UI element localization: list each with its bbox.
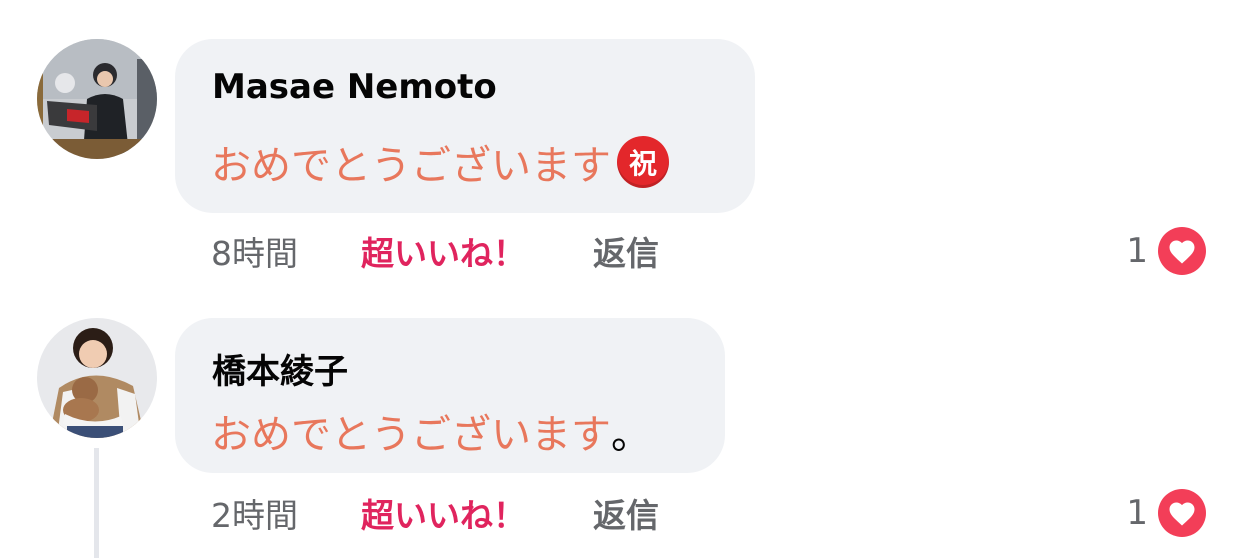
super-like-button[interactable]: 超いいね！ [361,489,593,537]
comment-timestamp[interactable]: 8時間 [211,227,361,275]
comment-actions: 8時間 超いいね！ 返信 [211,226,659,276]
comment-timestamp[interactable]: 2時間 [211,489,361,537]
reply-thread-line [94,448,99,558]
comment-bubble[interactable]: Masae Nemoto おめでとうございます 祝 [175,39,755,213]
super-like-button[interactable]: 超いいね！ [361,227,593,275]
reaction-count: 1 [1126,231,1148,271]
reaction-count: 1 [1126,493,1148,533]
heart-icon [1158,227,1206,275]
message-body: おめでとうございます [211,412,611,458]
message-suffix: 。 [611,412,651,458]
badge-glyph: 祝 [628,147,657,180]
iwai-celebration-icon: 祝 [617,136,669,188]
message-body: おめでとうございます [211,143,611,189]
comment-author[interactable]: Masae Nemoto [212,67,497,107]
reply-button[interactable]: 返信 [593,489,659,537]
heart-icon [1158,489,1206,537]
avatar[interactable] [37,318,157,438]
comment-author[interactable]: 橋本綾子 [212,344,348,393]
reaction-summary[interactable]: 1 [1126,226,1206,276]
avatar[interactable] [37,39,157,159]
comment-text: おめでとうございます 祝 [211,133,669,191]
comment-actions: 2時間 超いいね！ 返信 [211,488,659,538]
comment-bubble[interactable]: 橋本綾子 おめでとうございます。 [175,318,725,473]
reply-button[interactable]: 返信 [593,227,659,275]
reaction-summary[interactable]: 1 [1126,488,1206,538]
avatar-photo [37,318,157,438]
avatar-photo [37,39,157,159]
comment-text: おめでとうございます。 [211,402,651,460]
